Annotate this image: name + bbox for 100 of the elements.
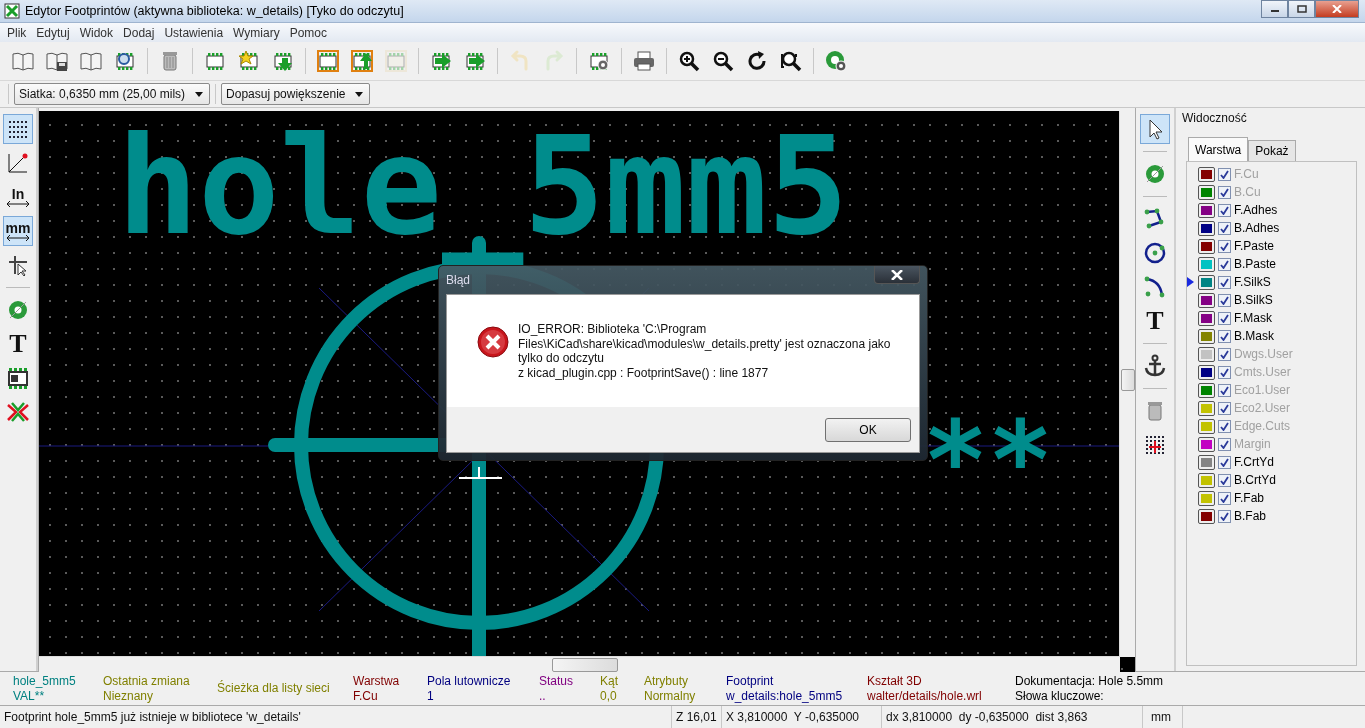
layer-color-button[interactable] bbox=[1198, 508, 1215, 524]
layer-checkbox[interactable] bbox=[1218, 239, 1231, 253]
layer-color-button[interactable] bbox=[1198, 238, 1215, 254]
layer-color-button[interactable] bbox=[1198, 418, 1215, 434]
layer-checkbox[interactable] bbox=[1218, 203, 1231, 217]
layer-name[interactable]: F.Adhes bbox=[1234, 203, 1278, 217]
menu-item[interactable]: Widok bbox=[74, 25, 119, 40]
layer-name[interactable]: B.Fab bbox=[1234, 509, 1266, 523]
minimize-icon[interactable] bbox=[1261, 0, 1288, 18]
panel-tab[interactable]: Warstwa bbox=[1188, 137, 1249, 161]
layer-checkbox[interactable] bbox=[1218, 455, 1231, 469]
status-field: dx 3,810000 dy -0,635000 dist 3,863 bbox=[882, 706, 1143, 728]
layer-checkbox[interactable] bbox=[1218, 275, 1231, 289]
horizontal-scrollbar[interactable] bbox=[39, 656, 1120, 672]
layer-color-button[interactable] bbox=[1198, 382, 1215, 398]
info-value: Słowa kluczowe: bbox=[1015, 688, 1104, 704]
layer-color-button[interactable] bbox=[1198, 472, 1215, 488]
layer-color-button[interactable] bbox=[1198, 454, 1215, 470]
layer-name[interactable]: B.Mask bbox=[1234, 329, 1274, 343]
grid-icon[interactable] bbox=[3, 114, 33, 144]
info-value: w_details:hole_5mm5 bbox=[726, 688, 843, 704]
menu-item[interactable]: Plik bbox=[2, 25, 32, 40]
layer-color-button[interactable] bbox=[1198, 256, 1215, 272]
vertical-scrollbar[interactable] bbox=[1119, 111, 1135, 657]
menu-item[interactable]: Dodaj bbox=[118, 25, 160, 40]
info-value: 1 bbox=[427, 688, 434, 704]
close-icon[interactable] bbox=[874, 266, 920, 284]
layer-color-button[interactable] bbox=[1198, 184, 1215, 200]
info-value: Normalny bbox=[644, 688, 696, 704]
menu-item[interactable]: Edytuj bbox=[31, 25, 75, 40]
info-value: walter/details/hole.wrl bbox=[867, 688, 982, 704]
info-value: VAL** bbox=[13, 688, 45, 704]
menu-item[interactable]: Wymiary bbox=[228, 25, 285, 40]
layer-name[interactable]: B.SilkS bbox=[1234, 293, 1273, 307]
caret-icon bbox=[355, 91, 364, 97]
caret-icon bbox=[195, 91, 204, 97]
status-field: Footprint hole_5mm5 już istnieje w bibliotece 'w_details' bbox=[0, 706, 672, 728]
layer-checkbox[interactable] bbox=[1218, 257, 1231, 271]
layer-checkbox[interactable] bbox=[1218, 509, 1231, 523]
layer-checkbox[interactable] bbox=[1218, 491, 1231, 505]
info-value: .. bbox=[539, 688, 546, 704]
layer-name[interactable]: F.SilkS bbox=[1234, 275, 1271, 289]
layer-checkbox[interactable] bbox=[1218, 311, 1231, 325]
layer-color-button[interactable] bbox=[1198, 364, 1215, 380]
layer-name[interactable]: B.Paste bbox=[1234, 257, 1277, 271]
ok-button[interactable]: OK bbox=[825, 417, 911, 442]
info-label: hole_5mm5 bbox=[13, 673, 76, 689]
menu-item[interactable]: Pomoc bbox=[284, 25, 333, 40]
panel-title: Widoczność bbox=[1181, 110, 1248, 127]
layer-name[interactable]: F.CrtYd bbox=[1234, 455, 1274, 469]
layer-name[interactable]: F.Fab bbox=[1234, 491, 1264, 505]
info-label: Ścieżka dla listy sieci bbox=[217, 681, 330, 696]
status-field: X 3,810000 Y -0,635000 bbox=[722, 706, 882, 728]
layer-color-button[interactable] bbox=[1198, 202, 1215, 218]
status-field: Z 16,01 bbox=[672, 706, 722, 728]
layer-name[interactable]: F.Paste bbox=[1234, 239, 1275, 253]
app-icon bbox=[4, 3, 20, 19]
layer-color-button[interactable] bbox=[1198, 220, 1215, 236]
layer-name[interactable]: F.Mask bbox=[1234, 311, 1272, 325]
layer-color-button[interactable] bbox=[1198, 292, 1215, 308]
zoom-dropdown[interactable]: Dopasuj powiększenie bbox=[221, 83, 371, 105]
panel-tab[interactable]: Pokaż bbox=[1248, 140, 1296, 161]
error-message: IO_ERROR: Biblioteka 'C:\Program Files\KiCad\share\kicad\modules\w_details.pretty' jest oznaczona jako tylko do odczytu z kicad_plugin.cpp : FootprintSave() : line 1877 bbox=[518, 322, 891, 382]
layer-name[interactable]: B.Adhes bbox=[1234, 221, 1280, 235]
layer-color-button[interactable] bbox=[1198, 166, 1215, 182]
dialog-title: Błąd bbox=[446, 273, 471, 287]
layer-color-button[interactable] bbox=[1198, 274, 1215, 290]
status-field: mm bbox=[1143, 706, 1183, 728]
info-value: Nieznany bbox=[103, 688, 154, 704]
layer-color-button[interactable] bbox=[1198, 490, 1215, 506]
info-label: Status bbox=[539, 673, 574, 689]
layer-color-button[interactable] bbox=[1198, 328, 1215, 344]
layer-color-button[interactable] bbox=[1198, 436, 1215, 452]
layer-checkbox[interactable] bbox=[1218, 473, 1231, 487]
info-value: F.Cu bbox=[353, 688, 378, 704]
layer-checkbox[interactable] bbox=[1218, 293, 1231, 307]
info-label: Pola lutownicze bbox=[427, 673, 511, 689]
maximize-icon[interactable] bbox=[1288, 0, 1315, 18]
info-label: Kształt 3D bbox=[867, 673, 922, 689]
layer-color-button[interactable] bbox=[1198, 346, 1215, 362]
cursor-line bbox=[458, 466, 503, 479]
value-text: ** bbox=[923, 398, 1054, 523]
layer-color-button[interactable] bbox=[1198, 310, 1215, 326]
info-value: 0,0 bbox=[600, 688, 617, 704]
info-label: Atrybuty bbox=[644, 673, 688, 689]
info-label: Dokumentacja: Hole 5.5mm bbox=[1015, 673, 1164, 689]
info-label: Footprint bbox=[726, 673, 774, 689]
layer-color-button[interactable] bbox=[1198, 400, 1215, 416]
mm-icon[interactable]: mm bbox=[3, 216, 33, 246]
layer-checkbox[interactable] bbox=[1218, 221, 1231, 235]
menu-item[interactable]: Ustawienia bbox=[159, 25, 229, 40]
reference-text: hole_5mm5 bbox=[117, 111, 849, 265]
info-label: Warstwa bbox=[353, 673, 400, 689]
error-icon bbox=[477, 326, 509, 358]
grid-dropdown[interactable]: Siatka: 0,6350 mm (25,00 mils) bbox=[14, 83, 211, 105]
info-label: Ostatnia zmiana bbox=[103, 673, 190, 689]
window-title: Edytor Footprintów (aktywna biblioteka: w_details) [Tyko do odczytu] bbox=[25, 4, 404, 18]
info-label: Kąt bbox=[600, 673, 618, 689]
layer-checkbox[interactable] bbox=[1218, 329, 1231, 343]
layer-name[interactable]: B.CrtYd bbox=[1234, 473, 1276, 487]
